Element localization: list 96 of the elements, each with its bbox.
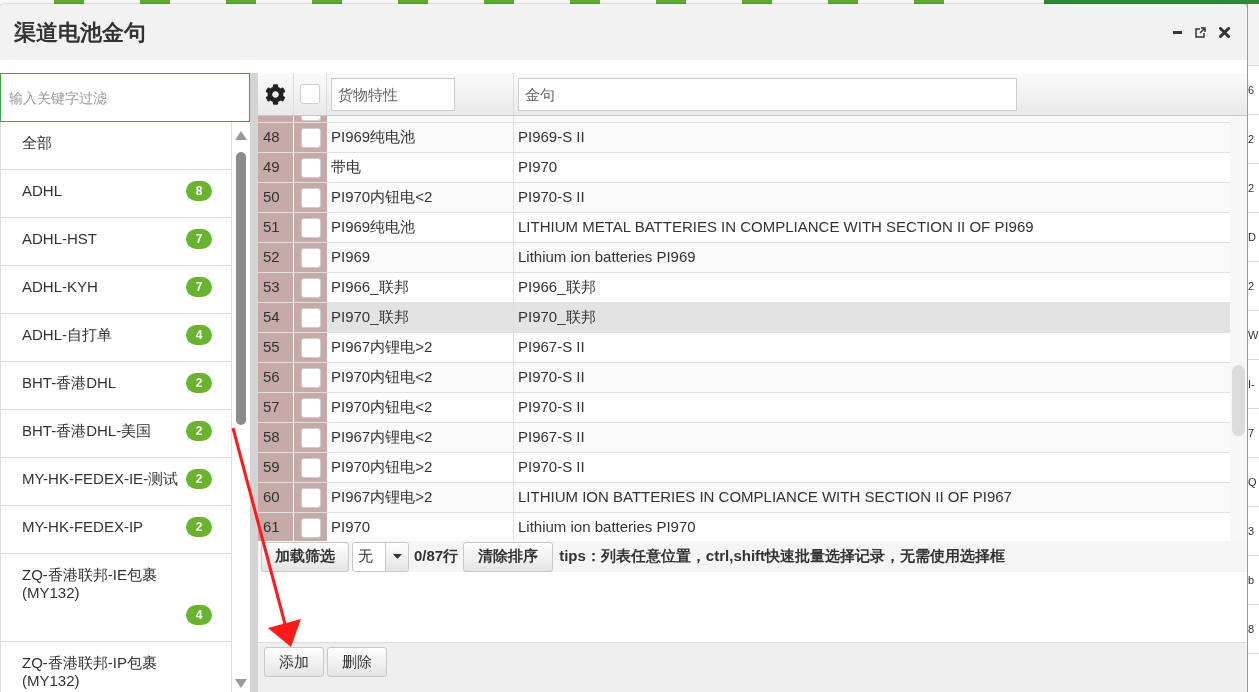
close-icon[interactable] [1219,26,1230,38]
count-badge: 2 [186,469,212,489]
popout-icon[interactable] [1195,26,1206,38]
row-checkbox[interactable] [300,277,321,298]
row-checkbox[interactable] [300,457,321,478]
row-number-cell: 53 [258,273,294,302]
scrollbar-thumb[interactable] [236,152,246,425]
action-button[interactable]: 添加 [264,647,324,677]
caret-down-icon [392,554,402,559]
table-cell: PI969-S II [514,123,1230,152]
background-cell-text: D [1248,230,1256,244]
count-badge: 2 [186,373,212,393]
dialog-title: 渠道电池金句 [14,18,146,47]
row-checkbox[interactable] [300,187,321,208]
count-badge: 8 [186,181,212,201]
tag-fragment [828,0,858,4]
table-cell: LITHIUM ION BATTERIES IN COMPLIANCE WITH SECTION II OF PI967 [514,483,1230,512]
table-cell: PI970_联邦 [327,303,514,332]
filter-input[interactable]: 输入关键字过滤 [0,73,250,122]
row-number-cell: 58 [258,423,294,452]
row-checkbox[interactable] [300,247,321,268]
load-filter-button[interactable]: 加载筛选 [261,541,349,572]
column-filter-input[interactable]: 货物特性 [331,77,455,111]
count-badge: 4 [186,605,212,625]
view-select[interactable]: 无 [352,541,409,572]
count-badge: 2 [186,517,212,537]
count-badge: 7 [186,229,212,249]
row-number-cell: 52 [258,243,294,272]
row-checkbox[interactable] [300,517,321,538]
row-number-cell: 59 [258,453,294,482]
row-checkbox[interactable] [300,337,321,358]
table-cell: PI970-S II [514,183,1230,212]
background-cell-text: 2 [1248,132,1255,146]
row-checkbox[interactable] [300,487,321,508]
background-cell-text: 8 [1248,622,1255,636]
tips-text: tips：列表任意位置，ctrl,shift快速批量选择记录，无需使用选择框 [559,546,1006,567]
scroll-down-icon[interactable] [235,679,247,688]
row-number-cell: 61 [258,513,294,541]
row-number-cell: 48 [258,123,294,152]
table-cell: PI967内锂电>2 [327,483,514,512]
tag-fragment [54,0,84,4]
row-checkbox[interactable] [300,127,321,148]
row-checkbox[interactable] [300,397,321,418]
table-cell: PI970_联邦 [514,303,1230,332]
row-number-cell: 50 [258,183,294,212]
background-cell-text: 7 [1248,426,1255,440]
background-cell-text: 6 [1248,83,1255,97]
table-cell: Lithium ion batteries PI969 [514,243,1230,272]
background-cell-text: 3 [1248,524,1255,538]
background-cell-text: 2 [1248,279,1255,293]
row-number-cell: 60 [258,483,294,512]
row-checkbox[interactable] [300,307,321,328]
tag-fragment [398,0,428,4]
action-button[interactable]: 删除 [327,647,387,677]
row-count: 0/87行 [414,546,459,567]
row-number-cell: 51 [258,213,294,242]
table-cell: PI970内钮电<2 [327,363,514,392]
scroll-up-icon[interactable] [235,131,247,140]
table-cell: PI969纯电池 [327,123,514,152]
tag-fragment [484,0,514,4]
tag-fragment [570,0,600,4]
minimize-icon[interactable] [1173,30,1182,34]
background-cell-text: W [1248,328,1259,342]
row-checkbox[interactable] [300,157,321,178]
row-number-cell: 54 [258,303,294,332]
panel-splitter[interactable] [250,73,258,692]
table-cell: PI967-S II [514,423,1230,452]
tag-fragment [914,0,944,4]
tag-fragment [312,0,342,4]
background-cell-text: 2 [1248,181,1255,195]
row-number-cell: 56 [258,363,294,392]
clear-sort-button[interactable]: 清除排序 [463,541,554,572]
table-cell: PI969 [327,243,514,272]
row-checkbox[interactable] [300,427,321,448]
count-badge: 4 [186,325,212,345]
row-number-cell: 55 [258,333,294,362]
tag-fragment [226,0,256,4]
row-checkbox[interactable] [300,217,321,238]
background-cell-text: b [1248,573,1255,587]
table-cell: PI970-S II [514,363,1230,392]
table-cell: PI967内锂电<2 [327,423,514,452]
row-number-cell: 57 [258,393,294,422]
count-badge: 2 [186,421,212,441]
background-cell-text: Q [1248,475,1257,489]
background-cell-text: I- [1248,377,1255,391]
count-badge: 7 [186,277,212,297]
scrollbar-thumb[interactable] [1232,365,1245,436]
tag-fragment [140,0,170,4]
table-cell: PI970内钮电<2 [327,183,514,212]
row-number-cell: 49 [258,153,294,182]
select-all-checkbox[interactable] [300,84,320,104]
column-filter-input[interactable]: 金句 [518,77,1017,111]
row-checkbox[interactable] [300,367,321,388]
tag-fragment [656,0,686,4]
tag-fragment [742,0,772,4]
settings-icon[interactable] [265,83,286,105]
